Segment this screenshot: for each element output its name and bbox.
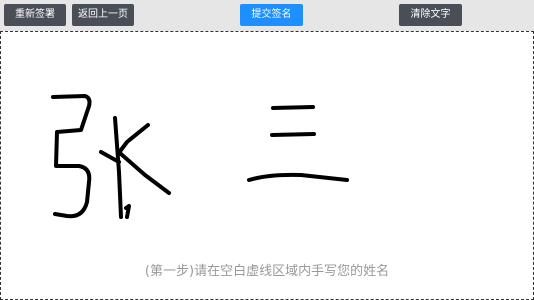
- stroke-2: [113, 116, 123, 219]
- stroke-7: [271, 105, 315, 110]
- stroke-8: [270, 132, 316, 137]
- stroke-5: [119, 152, 171, 195]
- clear-text-button[interactable]: 清除文字: [399, 4, 462, 26]
- submit-signature-button[interactable]: 提交签名: [240, 4, 303, 26]
- stroke-9: [247, 172, 349, 182]
- stroke-6: [124, 204, 131, 219]
- resign-button[interactable]: 重新签署: [4, 4, 66, 26]
- back-button[interactable]: 返回上一页: [72, 4, 134, 26]
- stroke-1: [51, 94, 92, 219]
- signature-canvas[interactable]: (第一步)请在空白虚线区域内手写您的姓名: [0, 31, 534, 300]
- handwritten-signature: [51, 94, 349, 219]
- signature-page: 重新签署 返回上一页 提交签名 清除文字 (第一步)请在空白虚线区域内手写您的姓…: [0, 0, 534, 300]
- stroke-3: [116, 123, 150, 156]
- signature-hint: (第一步)请在空白虚线区域内手写您的姓名: [144, 264, 390, 279]
- toolbar: 重新签署 返回上一页 提交签名 清除文字: [0, 0, 534, 30]
